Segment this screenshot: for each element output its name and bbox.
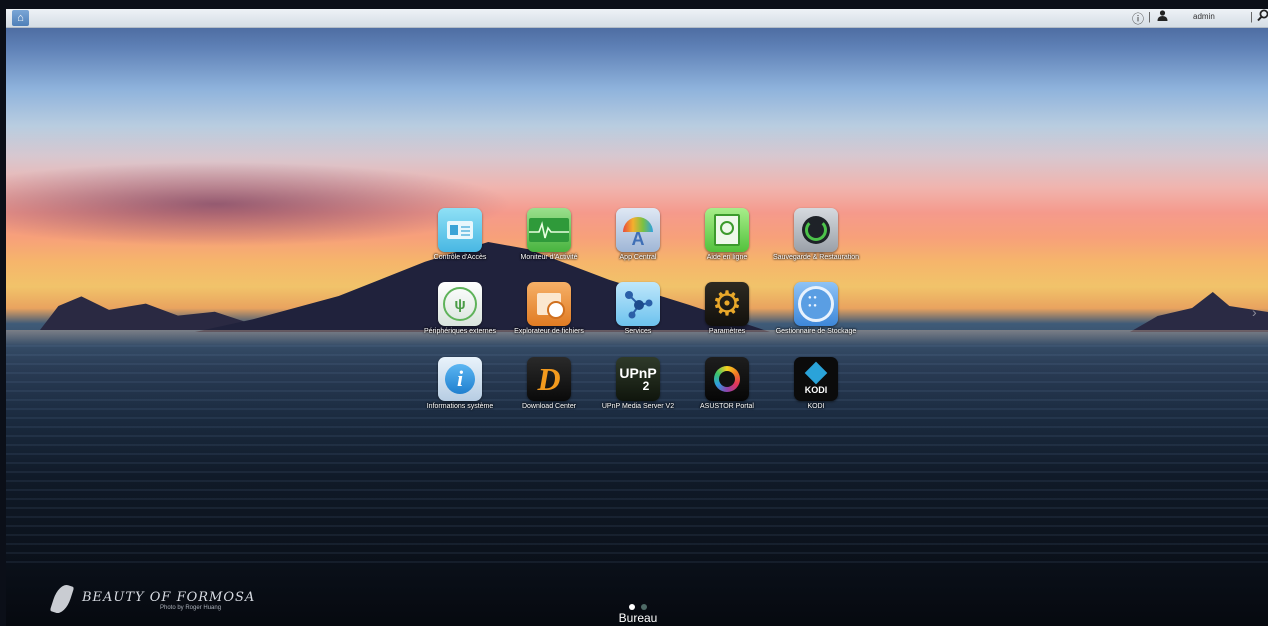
wallpaper-credit: Photo by Roger Huang: [160, 605, 222, 611]
wallpaper-title: BEAUTY OF FORMOSA: [82, 590, 256, 605]
services-icon: [616, 282, 660, 326]
info-icon[interactable]: ⓘ: [1132, 10, 1144, 27]
settings-gear-icon: ⚙: [705, 282, 749, 326]
storage-manager-icon: [794, 282, 838, 326]
app-label: KODI: [807, 403, 825, 410]
app-label: Gestionnaire de Stockage: [775, 328, 857, 335]
upnp-icon-version: 2: [642, 379, 650, 393]
app-online-help[interactable]: Aide en ligne: [681, 208, 773, 282]
app-central-icon: A: [616, 208, 660, 252]
app-settings[interactable]: ⚙ Paramètres: [681, 282, 773, 356]
app-upnp-media-server[interactable]: UPnP 2 UPnP Media Server V2: [592, 357, 684, 431]
activity-monitor-icon: [527, 208, 571, 252]
app-label: Explorateur de fichiers: [514, 328, 584, 335]
app-backup-restore[interactable]: Sauvegarde & Restauration: [770, 208, 862, 282]
asustor-portal-icon: [705, 357, 749, 401]
taskbar-separator: |: [1148, 11, 1151, 23]
username-label[interactable]: admin: [1193, 12, 1215, 21]
desktop-name: Bureau: [618, 611, 658, 625]
external-devices-icon: ψ: [438, 282, 482, 326]
app-label: Aide en ligne: [706, 254, 748, 261]
app-storage-manager[interactable]: Gestionnaire de Stockage: [770, 282, 862, 356]
app-external-devices[interactable]: ψ Périphériques externes: [414, 282, 506, 356]
app-label: Contrôle d'Accès: [433, 254, 487, 261]
app-access-control[interactable]: Contrôle d'Accès: [414, 208, 506, 282]
user-icon[interactable]: [1157, 10, 1168, 24]
backup-restore-icon: [794, 208, 838, 252]
kodi-icon-text: KODI: [804, 385, 828, 395]
home-icon[interactable]: ⌂: [12, 10, 29, 26]
app-label: Download Center: [521, 403, 577, 410]
app-system-info[interactable]: i Informations système: [414, 357, 506, 431]
download-center-icon: D: [527, 357, 571, 401]
upnp-icon-text: UPnP: [619, 365, 657, 381]
access-control-icon: [438, 208, 482, 252]
app-services[interactable]: Services: [592, 282, 684, 356]
top-taskbar: ⌂ ⓘ | admin |: [6, 9, 1268, 28]
app-label: Paramètres: [708, 328, 746, 335]
app-label: Informations système: [426, 403, 494, 410]
app-asustor-portal[interactable]: ASUSTOR Portal: [681, 357, 773, 431]
app-label: Moniteur d'Activité: [520, 254, 578, 261]
kodi-icon: KODI: [794, 357, 838, 401]
app-label: Sauvegarde & Restauration: [773, 254, 859, 261]
upnp-media-server-icon: UPnP 2: [616, 357, 660, 401]
taskbar-separator: |: [1250, 11, 1253, 23]
app-app-central[interactable]: A App Central: [592, 208, 684, 282]
app-file-explorer[interactable]: Explorateur de fichiers: [503, 282, 595, 356]
page-dot[interactable]: [641, 604, 647, 610]
app-label: UPnP Media Server V2: [601, 403, 675, 410]
app-label: App Central: [619, 254, 657, 261]
app-label: ASUSTOR Portal: [700, 403, 754, 410]
app-label: Services: [624, 328, 652, 335]
search-icon[interactable]: [1257, 9, 1268, 25]
app-kodi[interactable]: KODI KODI: [770, 357, 862, 431]
app-activity-monitor[interactable]: Moniteur d'Activité: [503, 208, 595, 282]
app-download-center[interactable]: D Download Center: [503, 357, 595, 431]
next-page-arrow-icon[interactable]: ›: [1252, 304, 1257, 320]
page-dot-active[interactable]: [629, 604, 635, 610]
online-help-icon: [705, 208, 749, 252]
file-explorer-icon: [527, 282, 571, 326]
system-info-icon: i: [438, 357, 482, 401]
app-label: Périphériques externes: [424, 328, 496, 335]
